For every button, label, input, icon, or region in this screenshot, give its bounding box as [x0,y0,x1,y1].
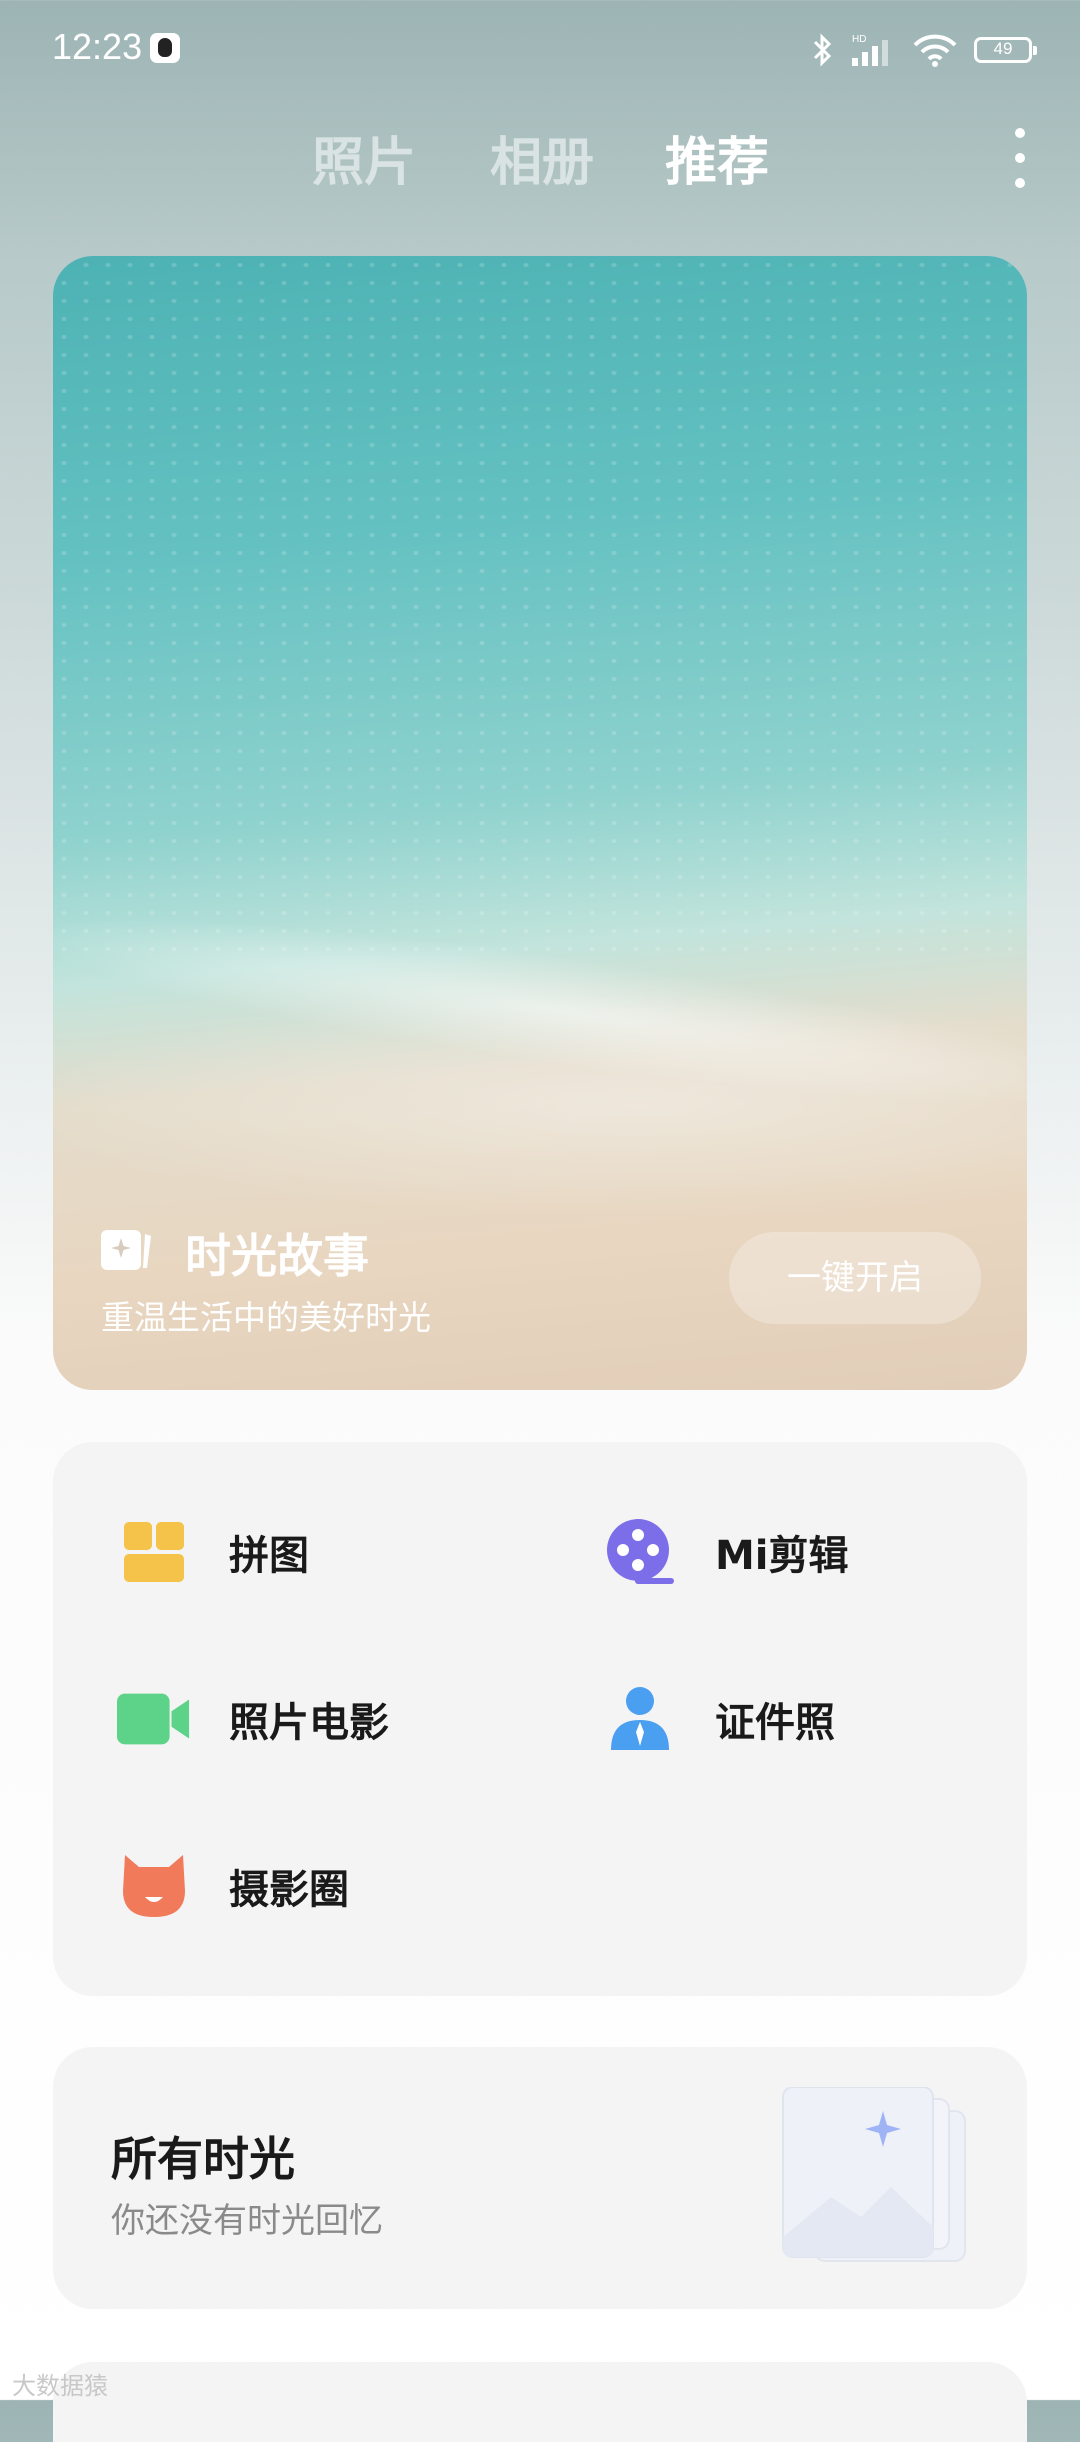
beach-water-texture [53,256,1027,956]
collage-icon [117,1515,191,1589]
tool-label: 证件照 [715,1700,835,1746]
qq-notification-icon [150,33,180,63]
tool-photo-movie[interactable]: 照片电影 [117,1674,389,1764]
status-bar: 12:23 HD 49 [0,0,1080,100]
tool-label: Mi剪辑 [715,1533,849,1579]
status-time: 12:23 [52,26,143,67]
watermark: 大数据猿 [12,2366,108,2401]
battery-level: 49 [993,39,1013,58]
all-moments-card[interactable]: 所有时光 你还没有时光回忆 [53,2047,1027,2309]
battery-icon: 49 [974,37,1037,63]
story-album-icon [101,1230,151,1270]
story-title: 时光故事 [185,1229,369,1283]
memories-story-card[interactable]: 时光故事 重温生活中的美好时光 一键开启 [53,256,1027,1390]
empty-moments-illustration-icon [782,2087,966,2262]
story-subtitle: 重温生活中的美好时光 [101,1298,431,1337]
moments-subtitle: 你还没有时光回忆 [111,2201,383,2241]
video-camera-icon [117,1682,191,1756]
watermark-text: 大数据猿 [12,2372,108,2400]
status-icons: HD 49 [812,30,1037,70]
tool-label: 照片电影 [229,1700,389,1746]
svg-text:HD: HD [852,34,866,45]
bluetooth-icon [812,32,834,68]
tool-collage[interactable]: 拼图 [117,1507,309,1597]
tool-label: 拼图 [229,1533,309,1579]
mi-bunny-icon [117,1849,191,1923]
wifi-icon [912,32,958,68]
signal-icon: HD [850,32,896,68]
top-tabs: 照片 相册 推荐 [0,120,1080,200]
tool-photo-circle[interactable]: 摄影圈 [117,1841,349,1931]
one-tap-enable-button[interactable]: 一键开启 [729,1232,981,1324]
tool-mi-editor[interactable]: Mi剪辑 [603,1507,849,1597]
moments-title: 所有时光 [111,2132,295,2186]
tab-photos[interactable]: 照片 [312,120,416,195]
tab-recommended[interactable]: 推荐 [665,120,769,195]
tools-grid-card: 拼图 Mi剪辑 照片电影 证件照 摄影圈 [53,1442,1027,1996]
more-options-button[interactable] [1008,128,1032,188]
id-photo-person-icon [603,1682,677,1756]
tool-id-photo[interactable]: 证件照 [603,1674,835,1764]
next-card-partial [53,2362,1027,2442]
tool-label: 摄影圈 [229,1867,349,1913]
film-reel-icon [603,1515,677,1589]
tab-albums[interactable]: 相册 [490,120,594,195]
